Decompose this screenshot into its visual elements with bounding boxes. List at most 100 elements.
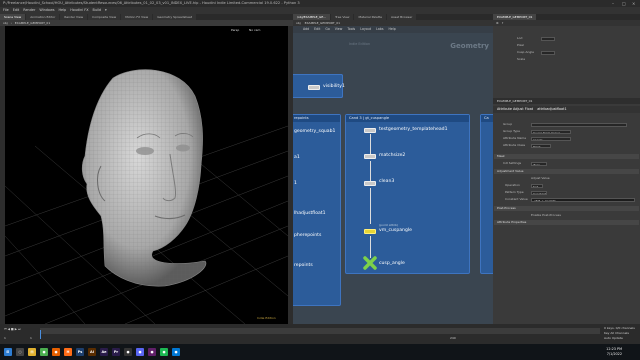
menu-edit[interactable]: Edit [13,7,20,14]
attribute-name-field[interactable]: pscale [531,136,571,141]
clock-date: 7/1/2022 [606,351,622,356]
param-row-group: Group [495,122,638,127]
attribute-class-field[interactable]: Point [531,143,551,148]
node-name-field[interactable]: attribadjustfloat1 [537,107,566,111]
section-attribute-properties[interactable]: Attribute Properties [494,220,639,225]
params-node-tab-label[interactable]: EXAMPLE_GEMPORT_01 [497,99,532,103]
param-row-attrib-name: Attribute Name pscale [495,136,638,141]
network-editor[interactable]: Add Edit Go View Tools Layout Labs Help … [293,26,493,324]
firefox-icon[interactable]: ● [52,348,60,356]
net-menu-go[interactable]: Go [325,26,329,33]
node-visibility[interactable] [308,85,320,90]
param-row-pixel: Pixel [517,43,524,47]
chrome-icon[interactable]: ● [40,348,48,356]
scene-viewport[interactable]: Persp No cam Indie Edition [5,26,288,324]
photoshop-icon[interactable]: Ps [76,348,84,356]
search-icon[interactable]: ○ [16,348,24,356]
menu-help[interactable]: Help [58,7,66,14]
params-node-tab: EXAMPLE_GEMPORT_01 [493,98,640,104]
tab-motion-fx-view[interactable]: Motion FX View [121,14,153,20]
node-type-label: Attribute Adjust Float [497,107,534,111]
pattern-type-field[interactable]: Constant [531,190,547,195]
constant-value-field[interactable]: -ch("../../cusp") [531,197,635,202]
section-post-process[interactable]: Post-Process [494,206,639,211]
net-path-obj[interactable]: obj [296,21,301,25]
params-gear-icon[interactable]: ⚙ [496,21,499,25]
slack-icon[interactable]: ● [148,348,156,356]
section-mask[interactable]: Mask [494,154,639,159]
enable-post-process-checkbox[interactable]: Enable Post-Process [531,213,561,218]
node-clean[interactable] [364,181,376,186]
net-menu-add[interactable]: Add [303,26,309,33]
param-lod-field[interactable] [541,36,555,41]
init-settings-field[interactable]: Zero [531,161,547,166]
network-box-right[interactable]: Ca [480,114,493,274]
params-help-icon[interactable]: ? [502,21,504,25]
net-menu-view[interactable]: View [335,26,343,33]
houdini-icon[interactable]: H [64,348,72,356]
tab-geometry-spreadsheet[interactable]: Geometry Spreadsheet [153,14,197,20]
close-button[interactable]: × [632,0,635,7]
net-path-node[interactable]: EXAMPLE_GEMPORT_01 [305,21,340,25]
param-row-constant: Constant Value -ch("../../cusp") [495,197,638,202]
adjust-value-checkbox-label[interactable]: Adjust Value [531,176,550,181]
menu-more[interactable]: ▾ [105,7,107,14]
net-menu-labs[interactable]: Labs [376,26,383,33]
frame-start[interactable]: 1 [4,336,6,340]
node-cuspangle[interactable] [364,229,376,234]
obs-icon[interactable]: ● [124,348,132,356]
tab-composite-view[interactable]: Composite View [88,14,121,20]
frame-end[interactable]: 240 [450,336,456,340]
maximize-button[interactable]: □ [622,0,626,7]
vscode-icon[interactable]: ● [172,348,180,356]
menu-windows[interactable]: Windows [39,7,54,14]
network-box-left[interactable]: repoints geometry_squab1 a1 1 lhadjustfl… [293,114,341,306]
operation-field[interactable]: Set [531,183,543,188]
net-menu-edit[interactable]: Edit [314,26,320,33]
illustrator-icon[interactable]: Ai [88,348,96,356]
timeline-track[interactable] [40,328,600,339]
net-menu-layout[interactable]: Layout [360,26,371,33]
node-cusp-angle-icon[interactable] [363,256,377,270]
network-box-left-title: repoints [293,115,340,122]
group-field[interactable] [531,122,627,127]
timeline[interactable]: ⏮ ◀ ■ ▶ ⏭ 1 1 240 0 keys, 0/0 channels K… [0,324,640,344]
net-menu-help[interactable]: Help [388,26,395,33]
node-template-head[interactable] [364,128,376,133]
param-cusp-field[interactable] [541,50,555,55]
menu-render[interactable]: Render [23,7,35,14]
network-box-top[interactable]: visibility1 [293,74,345,98]
discord-icon[interactable]: ● [136,348,144,356]
tab-scene-view[interactable]: Scene View [0,14,26,20]
timeline-cursor[interactable] [40,330,41,339]
menu-build[interactable]: Build [93,7,102,14]
group-type-field[interactable]: Guess from Group [531,129,571,134]
path-node[interactable]: EXAMPLE_GEMPORT_01 [15,21,50,25]
windows-icon[interactable]: ⊞ [4,348,12,356]
camera-menu[interactable]: No cam [249,28,260,32]
node-label-left-a: a1 [294,155,300,160]
param-row-adjust-value: Adjust Value [495,176,638,181]
key-all-channels-button[interactable]: Key All Channels [604,331,629,335]
section-adjustment-value[interactable]: Adjustment Value [494,169,639,174]
persp-menu[interactable]: Persp [231,28,239,32]
auto-update-menu[interactable]: Auto Update [604,336,623,340]
network-box-cuspangle[interactable]: Cand 3 | gt_cuspangle [345,114,470,274]
minimize-button[interactable]: – [612,0,614,7]
path-obj[interactable]: obj [3,21,8,25]
explorer-icon[interactable]: ▤ [28,348,36,356]
tab-animation-editor[interactable]: Animation Editor [26,14,60,20]
play-controls-icon[interactable]: ⏮ ◀ ■ ▶ ⏭ [4,327,21,331]
taskbar-clock: 12:23 PM 7/1/2022 [606,347,622,356]
menu-desktop[interactable]: Houdini FX [70,7,88,14]
wire-2 [370,161,371,181]
net-menu-tools[interactable]: Tools [347,26,355,33]
aftereffects-icon[interactable]: Ae [100,348,108,356]
node-matchsize[interactable] [364,154,376,159]
menu-file[interactable]: File [3,7,9,14]
current-frame[interactable]: 1 [30,336,32,340]
premiere-icon[interactable]: Pr [112,348,120,356]
edition-watermark: Indie Edition [257,316,276,320]
spotify-icon[interactable]: ● [160,348,168,356]
tab-render-view[interactable]: Render View [60,14,88,20]
